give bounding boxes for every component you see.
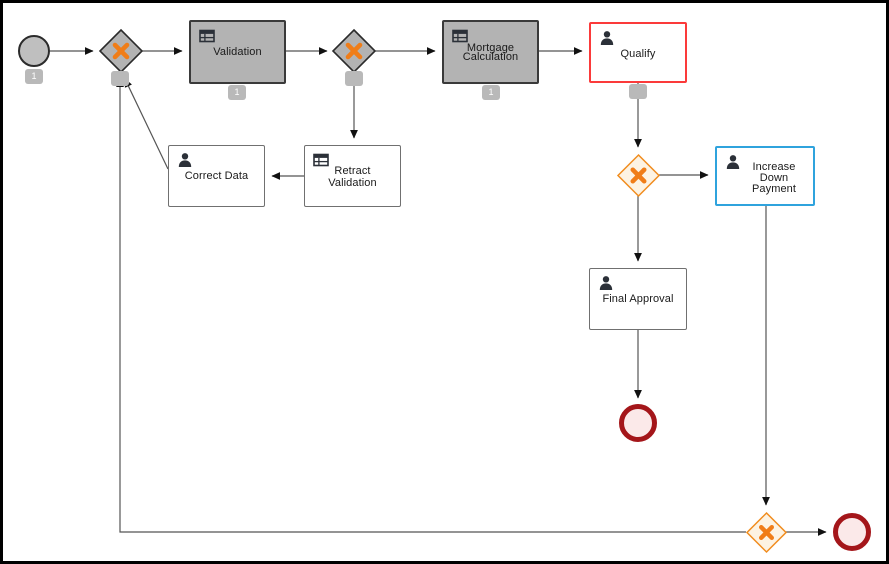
gateway-2-badge	[345, 71, 363, 86]
start-event-badge: 1	[25, 69, 43, 84]
connector-layer	[50, 47, 827, 536]
user-icon	[178, 153, 192, 167]
gateway-exclusive-2[interactable]	[331, 28, 377, 74]
task-retract-label-line1: Retract	[334, 165, 371, 177]
task-final-approval-label: Final Approval	[602, 293, 674, 305]
task-validation-badge: 1	[228, 85, 246, 100]
edge-correct-to-gw1	[124, 78, 169, 170]
gateway-exclusive-1[interactable]	[98, 28, 144, 74]
task-qualify[interactable]: Qualify	[589, 22, 687, 83]
task-mortgage-badge: 1	[482, 85, 500, 100]
user-icon	[600, 31, 614, 45]
gateway-exclusive-3[interactable]	[616, 153, 661, 198]
task-final-approval[interactable]: Final Approval	[589, 268, 687, 330]
user-icon	[599, 276, 613, 290]
business-rule-icon	[199, 29, 215, 43]
start-event[interactable]	[18, 35, 50, 67]
task-validation[interactable]: Validation	[189, 20, 286, 84]
task-mortgage-label-line2: Calculation	[462, 51, 519, 63]
task-qualify-badge	[629, 84, 647, 99]
task-correct-data[interactable]: Correct Data	[168, 145, 265, 207]
task-validation-label: Validation	[213, 46, 262, 58]
end-event-approved[interactable]	[619, 404, 657, 442]
task-increase-down-payment[interactable]: Increase Down Payment	[715, 146, 815, 206]
task-retract-validation[interactable]: Retract Validation	[304, 145, 401, 207]
gateway-1-badge	[111, 71, 129, 86]
task-mortgage-calculation[interactable]: Mortgage Calculation	[442, 20, 539, 84]
end-event-rejected[interactable]	[833, 513, 871, 551]
task-increase-label-line3: Payment	[751, 183, 797, 195]
task-correct-data-label: Correct Data	[184, 170, 249, 182]
gateway-exclusive-4[interactable]	[745, 511, 788, 554]
bpmn-diagram-canvas: 1 Validation 1 Mortgage Calculation 1 Qu…	[0, 0, 889, 564]
task-qualify-label: Qualify	[620, 48, 656, 60]
task-retract-label-line2: Validation	[328, 177, 377, 189]
